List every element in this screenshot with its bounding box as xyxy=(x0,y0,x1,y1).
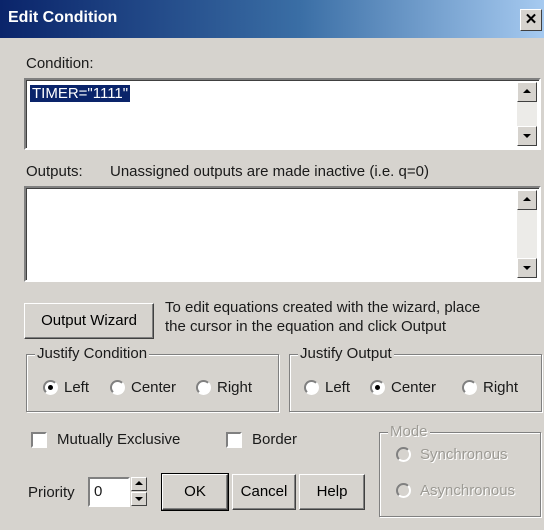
help-label: Help xyxy=(316,483,348,500)
window-title: Edit Condition xyxy=(8,9,118,26)
scroll-up-button[interactable] xyxy=(517,190,537,210)
cancel-label: Cancel xyxy=(240,483,288,500)
mutually-exclusive-checkbox[interactable] xyxy=(31,432,47,448)
output-wizard-button[interactable]: Output Wizard xyxy=(24,303,154,339)
justify-output-right-label: Right xyxy=(483,379,519,396)
justify-condition-left-label: Left xyxy=(64,379,90,396)
outputs-note: Unassigned outputs are made inactive (i.… xyxy=(110,163,429,180)
justify-output-right-radio[interactable] xyxy=(462,380,477,395)
justify-condition-label: Justify Condition xyxy=(35,345,150,362)
cancel-button[interactable]: Cancel xyxy=(232,474,296,510)
justify-output-group: Justify Output Left Center Right xyxy=(289,345,542,412)
justify-output-center-label: Center xyxy=(391,379,437,396)
justify-output-left-radio[interactable] xyxy=(304,380,319,395)
wizard-hint-line2: the cursor in the equation and click Out… xyxy=(165,318,447,335)
edit-condition-dialog: Edit Condition ✕ Condition: TIMER="1111"… xyxy=(0,0,544,530)
arrow-up-icon xyxy=(523,197,531,201)
justify-condition-right-radio[interactable] xyxy=(196,380,211,395)
scroll-up-button[interactable] xyxy=(517,82,537,102)
justify-condition-group: Justify Condition Left Center Right xyxy=(26,345,279,412)
mode-asynchronous-label: Asynchronous xyxy=(420,482,516,499)
ok-label: OK xyxy=(184,483,206,500)
condition-textarea[interactable]: TIMER="1111" xyxy=(24,78,541,150)
justify-output-left-label: Left xyxy=(325,379,351,396)
priority-value: 0 xyxy=(94,483,103,500)
justify-condition-right-label: Right xyxy=(217,379,253,396)
outputs-label: Outputs: xyxy=(26,163,83,180)
outputs-textarea[interactable] xyxy=(24,186,541,282)
priority-stepper[interactable] xyxy=(131,477,147,507)
ok-button[interactable]: OK xyxy=(161,473,229,511)
justify-condition-left-radio[interactable] xyxy=(43,380,58,395)
mutually-exclusive-label: Mutually Exclusive xyxy=(57,431,181,448)
wizard-hint-line1: To edit equations created with the wizar… xyxy=(165,299,481,316)
scroll-down-button[interactable] xyxy=(517,126,537,146)
priority-input[interactable]: 0 xyxy=(88,477,130,507)
output-wizard-label: Output Wizard xyxy=(41,312,137,329)
close-icon: ✕ xyxy=(524,11,538,28)
mode-synchronous-radio[interactable] xyxy=(396,447,411,462)
mode-synchronous-label: Synchronous xyxy=(420,446,508,463)
justify-condition-center-label: Center xyxy=(131,379,177,396)
arrow-up-icon xyxy=(135,481,143,485)
title-bar[interactable]: Edit Condition ✕ xyxy=(0,0,544,38)
priority-label: Priority xyxy=(28,484,75,501)
border-checkbox[interactable] xyxy=(226,432,242,448)
arrow-down-icon xyxy=(523,134,531,138)
justify-condition-center-radio[interactable] xyxy=(110,380,125,395)
mode-label: Mode xyxy=(388,423,430,440)
priority-increment-button[interactable] xyxy=(131,477,147,491)
mode-asynchronous-radio[interactable] xyxy=(396,483,411,498)
condition-label: Condition: xyxy=(26,55,94,72)
outputs-scrollbar[interactable] xyxy=(517,190,537,278)
arrow-up-icon xyxy=(523,89,531,93)
justify-output-label: Justify Output xyxy=(298,345,394,362)
mode-group: Mode Synchronous Asynchronous xyxy=(379,423,541,517)
condition-text: TIMER="1111" xyxy=(30,85,131,102)
close-button[interactable]: ✕ xyxy=(520,9,542,31)
arrow-down-icon xyxy=(523,266,531,270)
condition-scrollbar[interactable] xyxy=(517,82,537,146)
border-label: Border xyxy=(252,431,298,448)
scroll-down-button[interactable] xyxy=(517,258,537,278)
justify-output-center-radio[interactable] xyxy=(370,380,385,395)
priority-decrement-button[interactable] xyxy=(131,492,147,506)
help-button[interactable]: Help xyxy=(299,474,365,510)
arrow-down-icon xyxy=(135,497,143,501)
